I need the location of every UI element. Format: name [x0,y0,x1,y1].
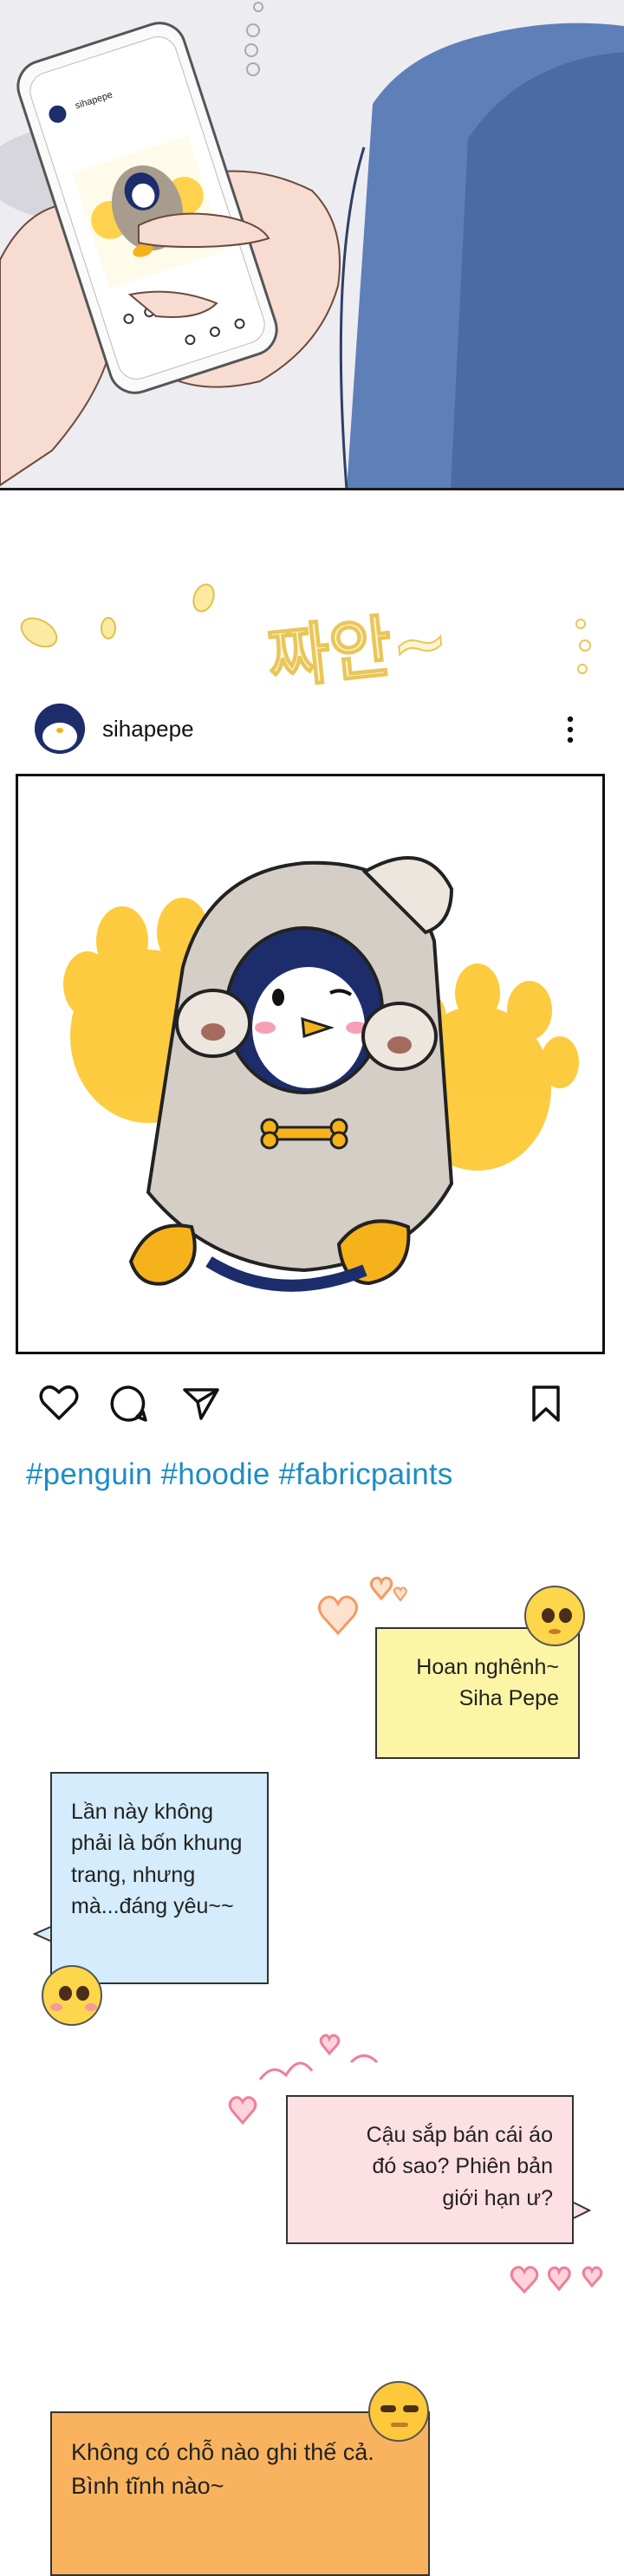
comic-panel-phone: sihapepe [0,0,624,490]
share-icon[interactable] [182,1386,220,1425]
bubble-line: Không có chỗ nào ghi thế cả. [71,2439,374,2465]
bubble-line: Cậu sắp bán cái áo [366,2123,553,2147]
blushing-face-icon [42,1965,102,2026]
bubble-tail [573,2202,591,2219]
phone-in-hands-illustration [0,0,624,490]
post-username[interactable]: sihapepe [102,716,194,743]
chat-bubble-reply1: Lần này không phải là bốn khung trang, n… [50,1772,269,1984]
smug-face-icon [368,2381,429,2442]
comment-icon[interactable] [110,1385,148,1427]
bubble-line: trang, nhưng [71,1862,196,1887]
bubble-line: phải là bốn khung [71,1831,243,1856]
post-hashtags[interactable]: #penguin #hoodie #fabricpaints [26,1457,453,1492]
panel-border [0,488,624,490]
korean-sfx: 짜안~ [263,601,453,699]
bubble-line: Siha Pepe [458,1686,559,1711]
bubble-line: Hoan nghênh~ [416,1655,559,1679]
bookmark-icon[interactable] [530,1385,562,1427]
avatar[interactable] [35,704,85,754]
heart-icon[interactable] [39,1385,79,1425]
more-options-icon[interactable] [563,712,577,747]
pink-small-hearts-icon [510,2266,603,2294]
chat-bubble-question: Cậu sắp bán cái áo đó sao? Phiên bản giớ… [286,2095,574,2244]
chat-bubble-greeting: Hoan nghênh~ Siha Pepe [375,1627,580,1759]
bubble-line: Lần này không [71,1800,214,1824]
chat-bubble-answer: Không có chỗ nào ghi thế cả. Bình tĩnh n… [50,2411,430,2576]
bubble-line: Bình tĩnh nào~ [71,2473,224,2500]
bubble-line: mà...đáng yêu~~ [71,1893,234,1918]
penguin-avatar-icon [35,704,85,754]
bubble-tail [33,1926,51,1942]
worried-face-icon [524,1586,585,1646]
bubble-line: giới hạn ư? [442,2185,553,2210]
bubble-line: đó sao? Phiên bản [372,2154,553,2179]
post-image [16,774,605,1354]
penguin-hoodie-illustration [63,856,579,1292]
